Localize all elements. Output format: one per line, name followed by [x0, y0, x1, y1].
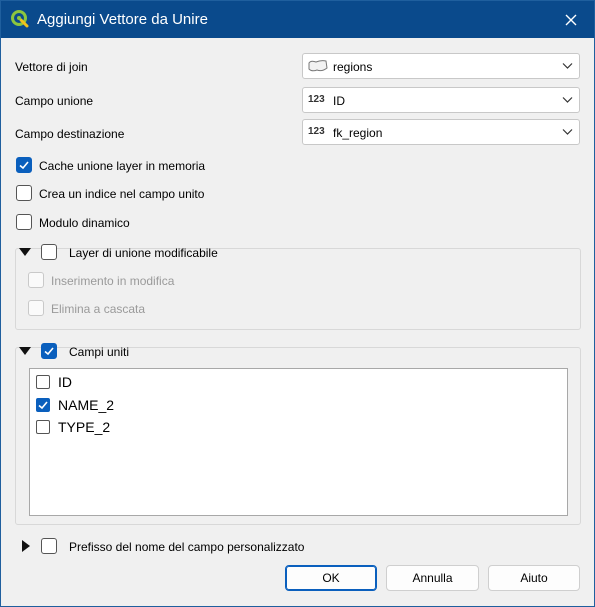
join-layer-value: regions	[333, 60, 373, 74]
target-field-combo[interactable]: 123 fk_region	[302, 119, 580, 145]
join-field-label: Campo unione	[15, 94, 94, 108]
list-item-checkbox[interactable]	[36, 420, 50, 434]
list-item-label[interactable]: NAME_2	[58, 397, 114, 413]
title-bar: Aggiungi Vettore da Unire	[1, 1, 594, 38]
expand-triangle-icon[interactable]	[21, 539, 31, 553]
cascade-checkbox[interactable]	[28, 300, 44, 316]
join-field-value: ID	[333, 94, 345, 108]
qgis-logo-icon	[11, 10, 29, 28]
join-layer-label: Vettore di join	[15, 60, 88, 74]
list-item-label[interactable]: ID	[58, 374, 72, 390]
dialog-window: Aggiungi Vettore da Unire Vettore di joi…	[0, 0, 595, 607]
integer-type-icon: 123	[308, 94, 325, 105]
index-checkbox[interactable]	[16, 185, 32, 201]
joined-fields-list[interactable]: ID NAME_2 TYPE_2	[29, 368, 568, 516]
chevron-down-icon	[562, 63, 573, 69]
target-field-label: Campo destinazione	[15, 127, 125, 141]
close-button[interactable]	[548, 1, 594, 38]
upsert-checkbox[interactable]	[28, 272, 44, 288]
upsert-label: Inserimento in modifica	[51, 274, 175, 288]
list-item-checkbox[interactable]	[36, 398, 50, 412]
cache-label[interactable]: Cache unione layer in memoria	[39, 159, 205, 173]
cascade-label: Elimina a cascata	[51, 302, 146, 316]
integer-type-icon: 123	[308, 126, 325, 137]
cancel-button[interactable]: Annulla	[386, 565, 479, 591]
editable-layer-group	[15, 248, 581, 330]
prefix-checkbox[interactable]	[41, 538, 57, 554]
chevron-down-icon	[562, 97, 573, 103]
close-icon	[565, 14, 577, 25]
join-layer-combo[interactable]: regions	[302, 53, 580, 79]
collapse-triangle-icon[interactable]	[18, 346, 32, 356]
index-label[interactable]: Crea un indice nel campo unito	[39, 187, 204, 201]
target-field-value: fk_region	[333, 126, 383, 140]
chevron-down-icon	[562, 129, 573, 135]
checkmark-icon	[38, 401, 48, 410]
ok-button[interactable]: OK	[285, 565, 377, 591]
dynamic-form-checkbox[interactable]	[16, 214, 32, 230]
checkmark-icon	[44, 347, 54, 356]
prefix-label[interactable]: Prefisso del nome del campo personalizza…	[69, 540, 304, 554]
checkmark-icon	[19, 161, 29, 170]
collapse-triangle-icon[interactable]	[18, 247, 32, 257]
window-title: Aggiungi Vettore da Unire	[37, 11, 208, 28]
editable-layer-label[interactable]: Layer di unione modificabile	[69, 246, 218, 260]
help-button[interactable]: Aiuto	[488, 565, 580, 591]
editable-layer-checkbox[interactable]	[41, 244, 57, 260]
list-item-label[interactable]: TYPE_2	[58, 419, 110, 435]
dynamic-form-label[interactable]: Modulo dinamico	[39, 216, 130, 230]
list-item-checkbox[interactable]	[36, 375, 50, 389]
joined-fields-label[interactable]: Campi uniti	[69, 345, 129, 359]
join-field-combo[interactable]: 123 ID	[302, 87, 580, 113]
joined-fields-checkbox[interactable]	[41, 343, 57, 359]
cache-checkbox[interactable]	[16, 157, 32, 173]
polygon-layer-icon	[308, 60, 328, 75]
